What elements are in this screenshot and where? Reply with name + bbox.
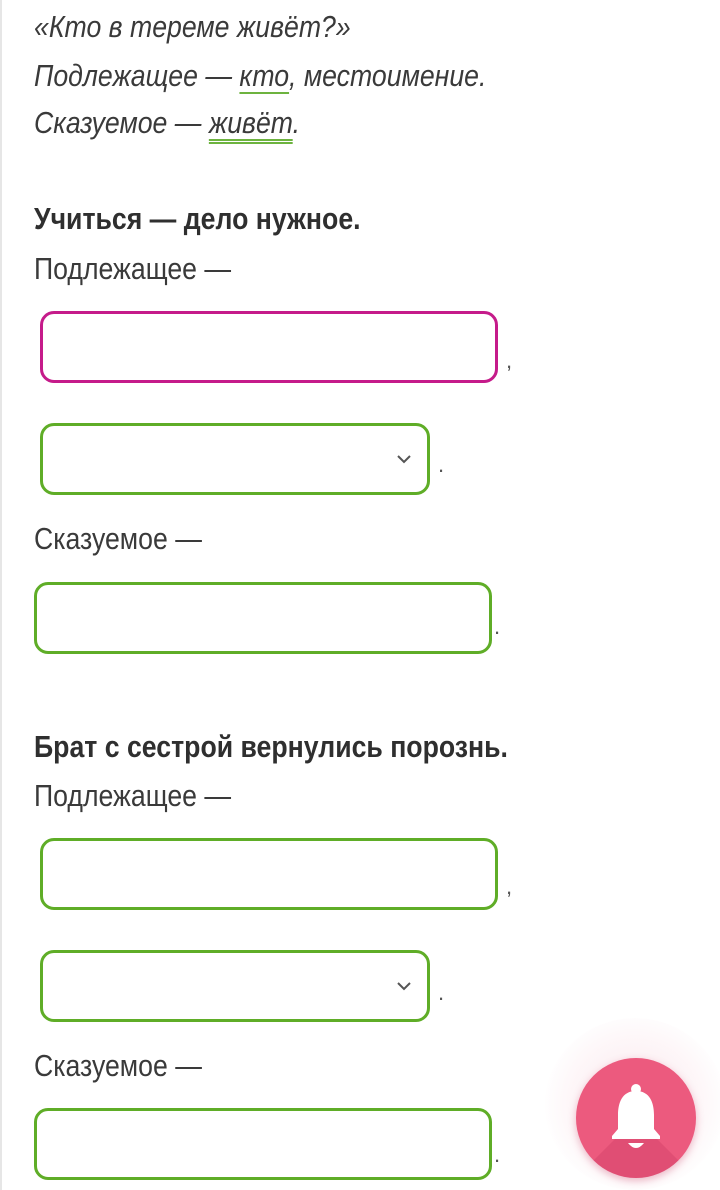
task-1-pos-select[interactable] — [40, 423, 430, 495]
task-2-sentence: Брат с сестрой вернулись порознь. — [34, 729, 508, 764]
task-2-predicate-period: . — [494, 1142, 501, 1167]
task-1-predicate-label: Сказуемое — — [34, 521, 202, 556]
task-2-pos-period: . — [438, 980, 445, 1005]
task-2-subject-comma: , — [506, 874, 513, 899]
task-2-predicate-label: Сказуемое — — [34, 1048, 202, 1083]
example-predicate-line: Сказуемое — живёт. — [34, 104, 300, 142]
example-subject-prefix: Подлежащее — — [34, 58, 240, 93]
example-subject-suffix: , местоимение. — [289, 58, 487, 93]
notification-button[interactable] — [576, 1058, 696, 1178]
task-2-pos-select[interactable] — [40, 950, 430, 1022]
task-1-predicate-period: . — [494, 614, 501, 639]
example-predicate-word: живёт — [208, 105, 293, 140]
task-1-predicate-field[interactable] — [37, 585, 489, 651]
example-subject-word: кто — [239, 58, 290, 93]
chevron-down-icon — [397, 982, 411, 991]
example-predicate-suffix: . — [292, 105, 301, 140]
task-2-subject-field[interactable] — [43, 841, 495, 907]
example-predicate-prefix: Сказуемое — — [34, 105, 209, 140]
task-1-subject-label: Подлежащее — — [34, 251, 232, 286]
example-subject-line: Подлежащее — кто, местоимение. — [34, 57, 486, 95]
chevron-down-icon — [397, 455, 411, 464]
task-2-predicate-input[interactable] — [34, 1108, 492, 1180]
bell-icon — [612, 1084, 660, 1148]
left-border — [0, 0, 2, 1190]
task-1-sentence: Учиться — дело нужное. — [34, 201, 361, 236]
task-2-subject-input[interactable] — [40, 838, 498, 910]
task-1-subject-field[interactable] — [43, 314, 495, 380]
task-1-subject-comma: , — [506, 348, 513, 373]
task-2-predicate-field[interactable] — [37, 1111, 489, 1177]
task-1-subject-input[interactable] — [40, 311, 498, 383]
example-sentence: «Кто в тереме живёт?» — [34, 9, 351, 44]
task-1-pos-period: . — [438, 452, 445, 477]
task-2-subject-label: Подлежащее — — [34, 778, 232, 813]
task-1-predicate-input[interactable] — [34, 582, 492, 654]
